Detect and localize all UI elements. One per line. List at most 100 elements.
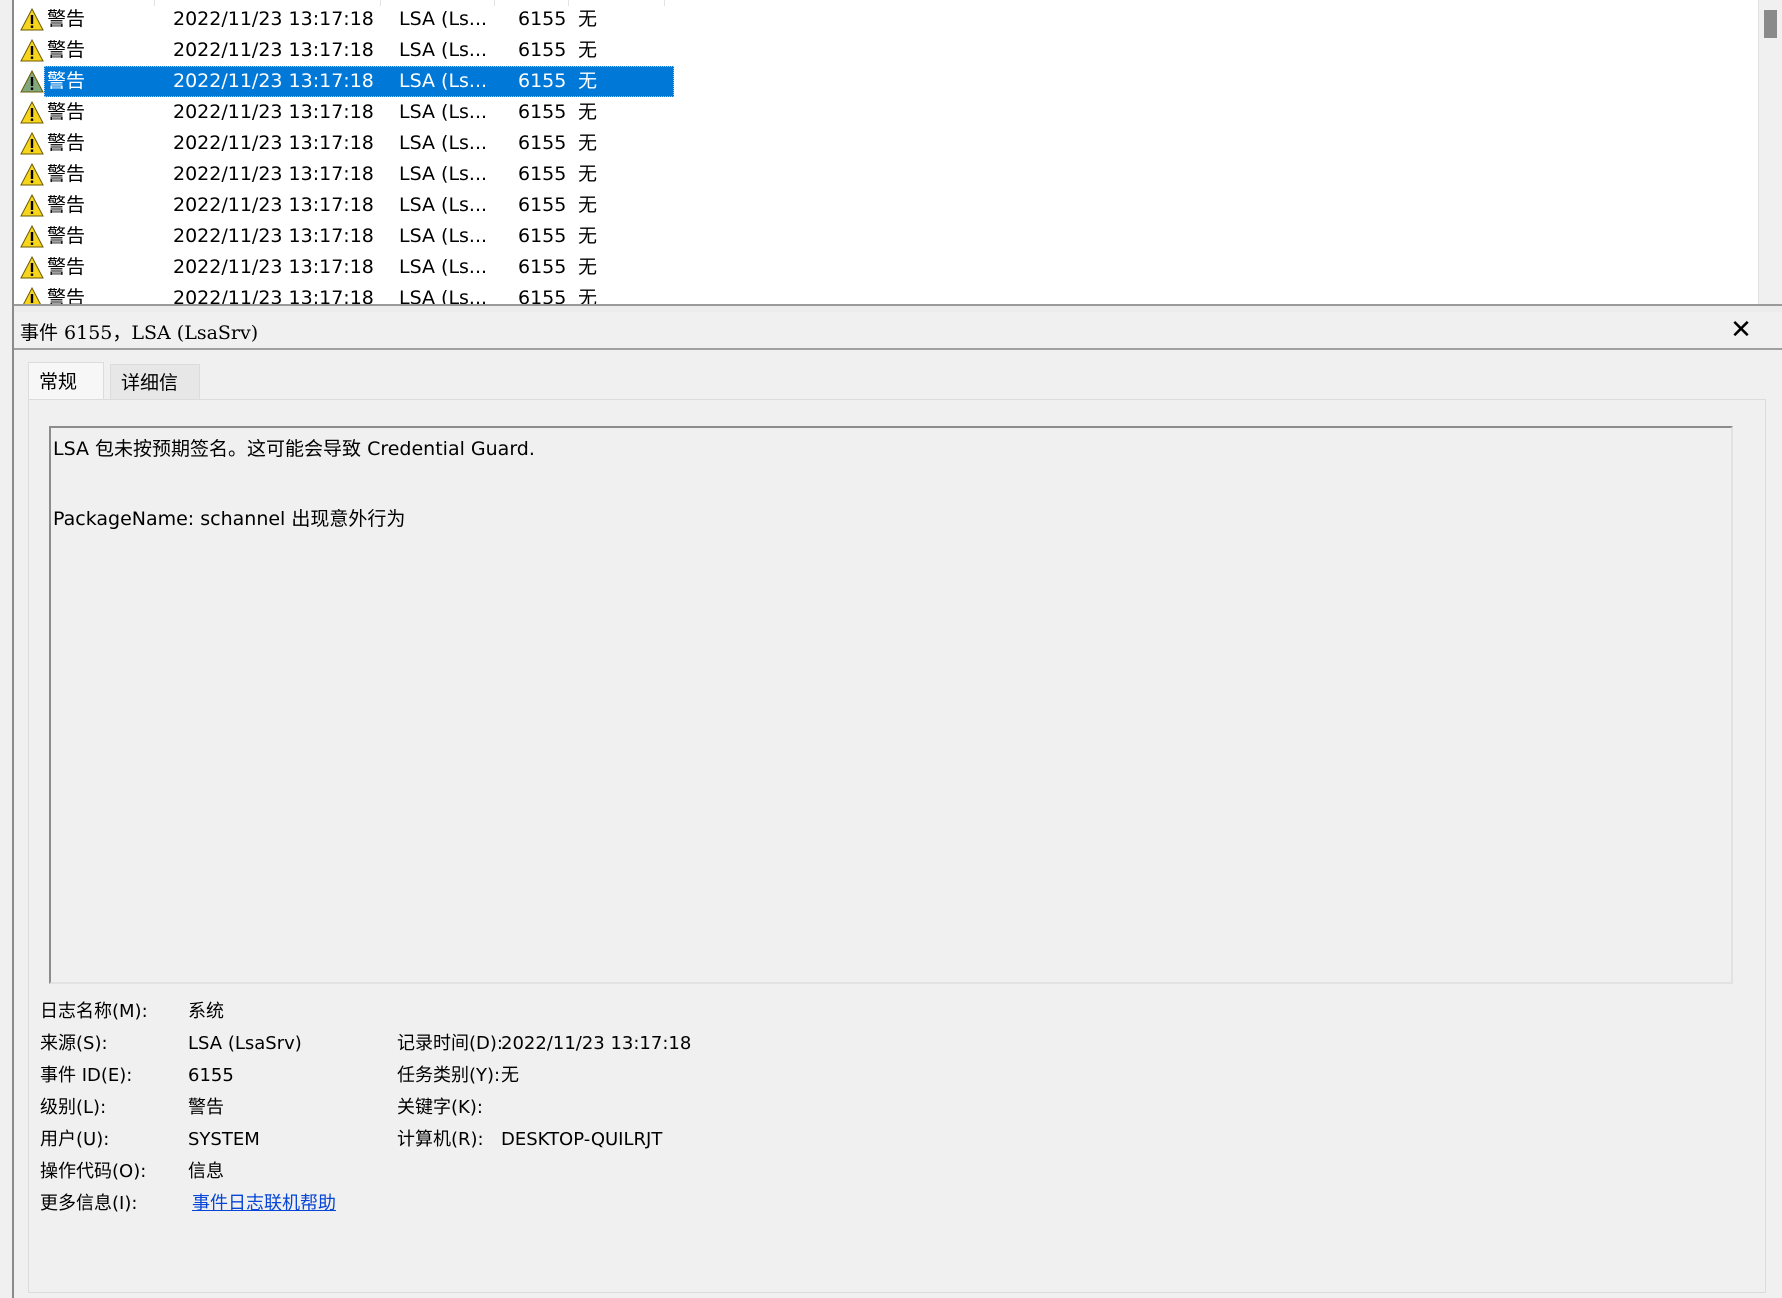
message-line: LSA 包未按预期签名。这可能会导致 Credential Guard. xyxy=(53,438,535,460)
event-source-cell: LSA (Ls... xyxy=(399,163,488,185)
event-id-cell: 6155 xyxy=(518,287,567,304)
event-level-cell: 警告 xyxy=(47,39,86,61)
event-date-cell: 2022/11/23 13:17:18 xyxy=(173,101,374,123)
event-source-cell: LSA (Ls... xyxy=(399,287,488,304)
event-id-cell: 6155 xyxy=(518,39,567,61)
detail-title: 事件 6155，LSA (LsaSrv) xyxy=(20,322,259,344)
event-task-cell: 无 xyxy=(578,194,598,216)
event-date-cell: 2022/11/23 13:17:18 xyxy=(173,39,374,61)
table-row[interactable]: 警告 2022/11/23 13:17:18 LSA (Ls... 6155 无 xyxy=(14,66,674,97)
tab-details[interactable]: 详细信息 xyxy=(110,364,200,430)
detail-header: 事件 6155，LSA (LsaSrv) ✕ xyxy=(14,312,1782,350)
warning-icon xyxy=(20,101,44,125)
event-date-cell: 2022/11/23 13:17:18 xyxy=(173,163,374,185)
logged-label: 记录时间(D): xyxy=(397,1033,503,1054)
general-tab-page: LSA 包未按预期签名。这可能会导致 Credential Guard. Pac… xyxy=(28,399,1766,1293)
warning-icon xyxy=(20,8,44,32)
event-id-label: 事件 ID(E): xyxy=(40,1065,133,1086)
event-task-cell: 无 xyxy=(578,101,598,123)
warning-icon xyxy=(20,194,44,218)
event-task-cell: 无 xyxy=(578,256,598,278)
event-task-cell: 无 xyxy=(578,8,598,30)
source-label: 来源(S): xyxy=(40,1033,108,1054)
warning-icon xyxy=(20,287,44,304)
tab-general[interactable]: 常规 xyxy=(28,362,104,400)
computer-value: DESKTOP-QUILRJT xyxy=(501,1129,663,1150)
table-row[interactable]: 警告 2022/11/23 13:17:18 LSA (Ls... 6155 无 xyxy=(14,159,674,190)
computer-label: 计算机(R): xyxy=(397,1129,484,1150)
event-date-cell: 2022/11/23 13:17:18 xyxy=(173,132,374,154)
table-row[interactable]: 警告 2022/11/23 13:17:18 LSA (Ls... 6155 无 xyxy=(14,97,674,128)
event-level-cell: 警告 xyxy=(47,101,86,123)
event-viewer-window: 警告 2022/11/23 13:17:18 LSA (Ls... 6155 无警告 20… xyxy=(0,0,1782,1298)
table-row[interactable]: 警告 2022/11/23 13:17:18 LSA (Ls... 6155 无 xyxy=(14,190,674,221)
level-value: 警告 xyxy=(188,1097,224,1118)
event-date-cell: 2022/11/23 13:17:18 xyxy=(173,8,374,30)
event-source-cell: LSA (Ls... xyxy=(399,194,488,216)
event-id-cell: 6155 xyxy=(518,101,567,123)
message-line: PackageName: schannel 出现意外行为 xyxy=(53,508,406,530)
event-list-scrollbar[interactable] xyxy=(1758,0,1782,304)
event-date-cell: 2022/11/23 13:17:18 xyxy=(173,194,374,216)
event-date-cell: 2022/11/23 13:17:18 xyxy=(173,287,374,304)
table-row[interactable]: 警告 2022/11/23 13:17:18 LSA (Ls... 6155 无 xyxy=(14,221,674,252)
event-id-cell: 6155 xyxy=(518,70,567,92)
opcode-value: 信息 xyxy=(188,1161,224,1182)
event-source-cell: LSA (Ls... xyxy=(399,8,488,30)
event-id-cell: 6155 xyxy=(518,8,567,30)
task-category-label: 任务类别(Y): xyxy=(397,1065,501,1086)
event-date-cell: 2022/11/23 13:17:18 xyxy=(173,256,374,278)
table-row[interactable]: 警告 2022/11/23 13:17:18 LSA (Ls... 6155 无 xyxy=(14,35,674,66)
event-level-cell: 警告 xyxy=(47,70,86,92)
event-level-cell: 警告 xyxy=(47,256,86,278)
online-help-link[interactable]: 事件日志联机帮助 xyxy=(192,1192,336,1216)
warning-icon xyxy=(20,256,44,280)
source-value: LSA (LsaSrv) xyxy=(188,1033,302,1054)
event-task-cell: 无 xyxy=(578,287,598,304)
event-level-cell: 警告 xyxy=(47,225,86,247)
table-row[interactable]: 警告 2022/11/23 13:17:18 LSA (Ls... 6155 无 xyxy=(14,252,674,283)
event-list[interactable]: 警告 2022/11/23 13:17:18 LSA (Ls... 6155 无警告 20… xyxy=(14,0,1758,304)
event-detail-pane: 事件 6155，LSA (LsaSrv) ✕ 常规 详细信息 LSA 包未按预期… xyxy=(14,312,1782,1298)
user-label: 用户(U): xyxy=(40,1129,110,1150)
pane-splitter[interactable] xyxy=(14,304,1782,312)
event-source-cell: LSA (Ls... xyxy=(399,256,488,278)
event-task-cell: 无 xyxy=(578,39,598,61)
event-level-cell: 警告 xyxy=(47,132,86,154)
warning-icon xyxy=(20,163,44,187)
event-id-cell: 6155 xyxy=(518,256,567,278)
event-source-cell: LSA (Ls... xyxy=(399,70,488,92)
logged-value: 2022/11/23 13:17:18 xyxy=(501,1033,692,1054)
event-level-cell: 警告 xyxy=(47,8,86,30)
log-name-label: 日志名称(M): xyxy=(40,1001,148,1022)
event-source-cell: LSA (Ls... xyxy=(399,225,488,247)
event-source-cell: LSA (Ls... xyxy=(399,39,488,61)
event-message-box[interactable]: LSA 包未按预期签名。这可能会导致 Credential Guard. Pac… xyxy=(49,426,1733,984)
table-row[interactable]: 警告 2022/11/23 13:17:18 LSA (Ls... 6155 无 xyxy=(14,4,674,35)
table-row[interactable]: 警告 2022/11/23 13:17:18 LSA (Ls... 6155 无 xyxy=(14,283,674,304)
close-icon[interactable]: ✕ xyxy=(1728,316,1754,344)
keywords-label: 关键字(K): xyxy=(397,1097,483,1118)
user-value: SYSTEM xyxy=(188,1129,260,1150)
warning-icon xyxy=(20,225,44,249)
event-id-cell: 6155 xyxy=(518,132,567,154)
event-task-cell: 无 xyxy=(578,163,598,185)
event-id-cell: 6155 xyxy=(518,163,567,185)
event-level-cell: 警告 xyxy=(47,194,86,216)
level-label: 级别(L): xyxy=(40,1097,107,1118)
event-task-cell: 无 xyxy=(578,70,598,92)
log-name-value: 系统 xyxy=(188,1001,224,1022)
event-level-cell: 警告 xyxy=(47,163,86,185)
event-id-value: 6155 xyxy=(188,1065,234,1086)
event-task-cell: 无 xyxy=(578,132,598,154)
opcode-label: 操作代码(O): xyxy=(40,1161,147,1182)
event-source-cell: LSA (Ls... xyxy=(399,132,488,154)
event-source-cell: LSA (Ls... xyxy=(399,101,488,123)
event-date-cell: 2022/11/23 13:17:18 xyxy=(173,225,374,247)
event-date-cell: 2022/11/23 13:17:18 xyxy=(173,70,374,92)
scrollbar-thumb[interactable] xyxy=(1764,10,1777,38)
more-info-label: 更多信息(I): xyxy=(40,1193,138,1214)
warning-icon xyxy=(20,39,44,63)
table-row[interactable]: 警告 2022/11/23 13:17:18 LSA (Ls... 6155 无 xyxy=(14,128,674,159)
warning-icon xyxy=(20,132,44,156)
